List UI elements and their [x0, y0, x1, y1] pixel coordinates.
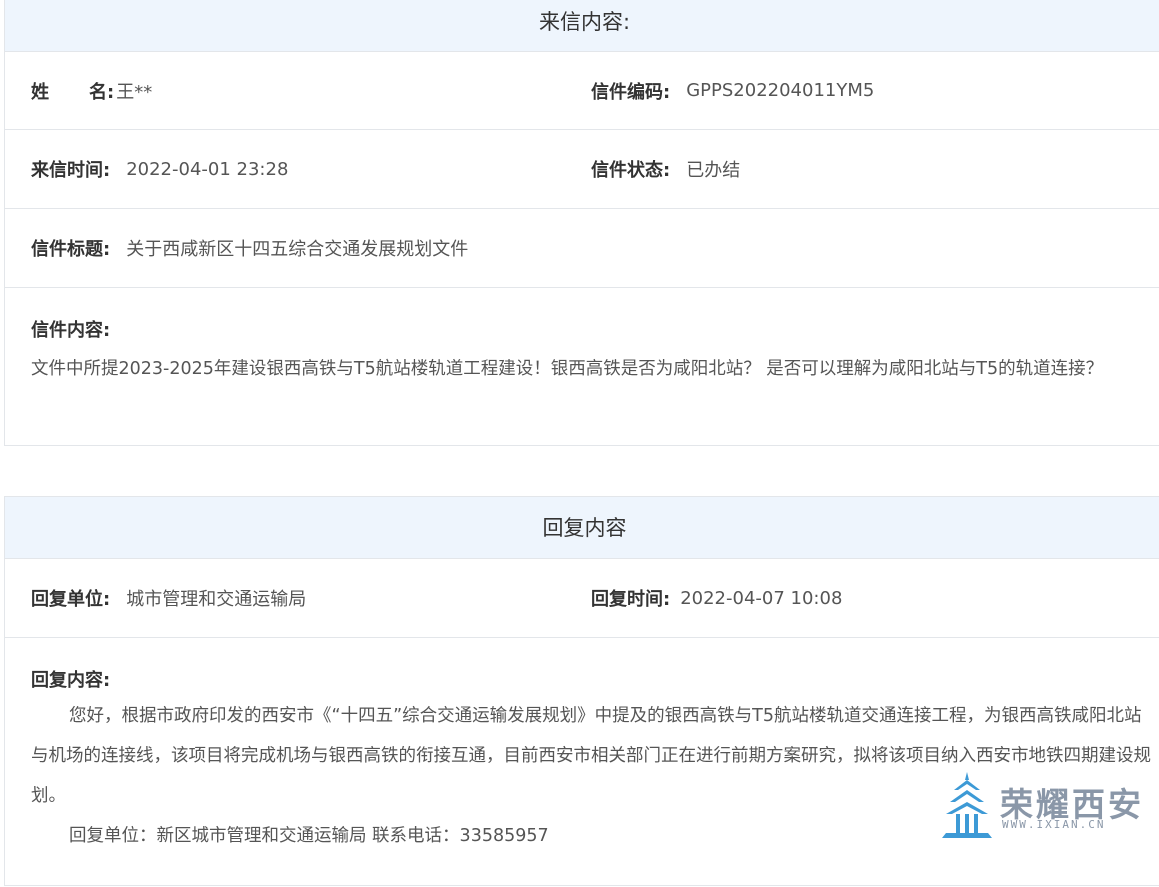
reply-time-label: 回复时间:	[591, 585, 670, 611]
reply-time-field: 回复时间: 2022-04-07 10:08	[591, 559, 842, 637]
reply-time-value: 2022-04-07 10:08	[680, 588, 842, 609]
letter-row-name-code: 姓名: 王** 信件编码: GPPS202204011YM5	[5, 52, 1159, 130]
watermark-url: WWW.IXIAN.CN	[1002, 818, 1105, 831]
reply-row-unit-time: 回复单位: 城市管理和交通运输局 回复时间: 2022-04-07 10:08	[5, 559, 1159, 638]
letter-time-field: 来信时间: 2022-04-01 23:28	[31, 130, 288, 208]
status-label: 信件状态:	[591, 156, 670, 182]
letter-row-title: 信件标题: 关于西咸新区十四五综合交通发展规划文件	[5, 209, 1159, 288]
name-label: 姓名:	[31, 78, 114, 104]
letter-time-label: 来信时间:	[31, 156, 110, 182]
letter-title-field: 信件标题: 关于西咸新区十四五综合交通发展规划文件	[31, 209, 468, 287]
building-tower-icon	[942, 772, 992, 838]
letter-row-content: 信件内容: 文件中所提2023-2025年建设银西高铁与T5航站楼轨道工程建设！…	[5, 288, 1159, 445]
letter-content-value: 文件中所提2023-2025年建设银西高铁与T5航站楼轨道工程建设！银西高铁是否…	[31, 352, 1159, 386]
code-label: 信件编码:	[591, 78, 670, 104]
watermark-logo: 荣耀西安 WWW.IXIAN.CN	[942, 772, 1142, 842]
reply-unit-value: 城市管理和交通运输局	[126, 585, 306, 611]
letter-row-time-status: 来信时间: 2022-04-01 23:28 信件状态: 已办结	[5, 130, 1159, 209]
letter-time-value: 2022-04-01 23:28	[126, 159, 288, 180]
name-field: 姓名: 王**	[31, 52, 152, 129]
letter-panel-header: 来信内容:	[5, 0, 1159, 52]
reply-row-content: 回复内容: 您好，根据市政府印发的西安市《“十四五”综合交通运输发展规划》中提及…	[5, 638, 1159, 887]
reply-panel-header: 回复内容	[5, 497, 1159, 559]
status-value: 已办结	[686, 156, 740, 182]
letter-title-label: 信件标题:	[31, 235, 110, 261]
reply-content-label: 回复内容:	[31, 666, 1159, 692]
status-field: 信件状态: 已办结	[591, 130, 740, 208]
code-field: 信件编码: GPPS202204011YM5	[591, 52, 874, 129]
reply-unit-field: 回复单位: 城市管理和交通运输局	[31, 559, 306, 637]
name-value: 王**	[116, 78, 152, 104]
code-value: GPPS202204011YM5	[686, 80, 874, 101]
letter-panel: 来信内容: 姓名: 王** 信件编码: GPPS202204011YM5 来信时…	[4, 0, 1159, 446]
letter-content-label: 信件内容:	[31, 316, 1159, 342]
letter-title-value: 关于西咸新区十四五综合交通发展规划文件	[126, 235, 468, 261]
reply-unit-label: 回复单位:	[31, 585, 110, 611]
